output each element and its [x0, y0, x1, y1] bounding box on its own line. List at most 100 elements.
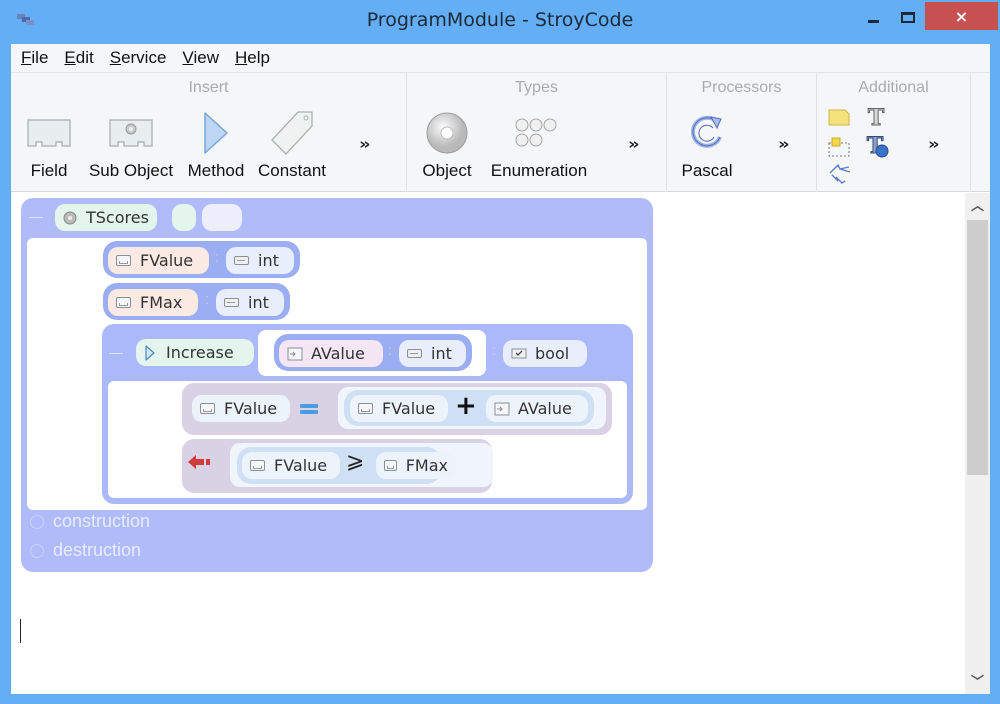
operand-pill[interactable]: FValue: [350, 395, 448, 422]
text-icon[interactable]: T: [865, 106, 887, 128]
object-disc-icon: [63, 211, 77, 224]
greater-equal-operator[interactable]: ⩾: [346, 449, 364, 474]
return-type: bool: [535, 344, 570, 363]
ancestor-slot[interactable]: [172, 204, 196, 231]
button-label: Sub Object: [88, 161, 174, 180]
button-label: Object: [422, 161, 472, 180]
method-icon: [204, 112, 228, 154]
group-title: Insert: [188, 79, 229, 96]
field-name-pill[interactable]: FValue: [108, 247, 209, 274]
destruction-section[interactable]: destruction: [53, 540, 141, 561]
type-icon: [234, 256, 249, 265]
object-name: TScores: [86, 208, 149, 227]
enumeration-icon: [515, 118, 557, 147]
field-icon: [200, 403, 215, 414]
pascal-button[interactable]: Pascal: [681, 109, 733, 181]
scroll-up-icon[interactable]: ︿: [965, 195, 990, 217]
collapse-toggle[interactable]: [29, 217, 43, 218]
pointer-hand-icon[interactable]: [828, 163, 852, 185]
menu-view[interactable]: View: [182, 48, 219, 68]
enumeration-button[interactable]: Enumeration: [489, 109, 589, 181]
assign-target: FValue: [224, 399, 278, 418]
client-area: File Edit Service View Help Insert Field…: [11, 44, 990, 694]
object-name-pill[interactable]: TScores: [55, 204, 157, 231]
return-type-pill[interactable]: bool: [503, 340, 587, 367]
interface-slot[interactable]: [202, 204, 242, 231]
object-button[interactable]: Object: [419, 109, 475, 181]
types-more-button[interactable]: »: [628, 135, 640, 153]
field-name-pill[interactable]: FMax: [108, 289, 198, 316]
operand-left: FValue: [382, 399, 436, 418]
type-separator: :: [388, 342, 393, 359]
group-title: Processors: [701, 79, 782, 96]
sub-object-icon: [109, 119, 153, 147]
assign-target-pill[interactable]: FValue: [192, 395, 290, 422]
close-icon: ×: [954, 6, 969, 26]
additional-more-button[interactable]: »: [928, 135, 940, 153]
operand-pill[interactable]: FValue: [242, 452, 340, 479]
constant-button[interactable]: Constant: [257, 109, 327, 181]
close-button[interactable]: ×: [925, 2, 998, 30]
type-separator: :: [205, 291, 210, 308]
scroll-down-icon[interactable]: ﹀: [965, 671, 990, 693]
menu-label: iew: [193, 48, 219, 67]
menu-label: elp: [247, 48, 270, 67]
operand-pill[interactable]: AValue: [486, 395, 588, 422]
param-type: int: [431, 344, 452, 363]
plus-operator[interactable]: +: [455, 391, 477, 421]
return-separator: :: [492, 342, 497, 359]
pascal-refresh-icon: [691, 115, 722, 148]
scroll-thumb[interactable]: [967, 220, 988, 475]
menu-label: ervice: [121, 48, 167, 67]
code-editor[interactable]: TScores FValue : int FMax : int Increase: [11, 193, 965, 694]
method-button[interactable]: Method: [185, 109, 247, 181]
field-type: int: [248, 293, 269, 312]
selection-note-icon[interactable]: [828, 137, 850, 157]
method-icon: [145, 344, 155, 361]
group-title: Types: [515, 79, 558, 96]
assign-operator-icon[interactable]: [300, 403, 318, 415]
menu-accel: S: [109, 48, 122, 67]
processors-more-button[interactable]: »: [778, 135, 790, 153]
button-label: Method: [187, 161, 245, 180]
param-type-pill[interactable]: int: [399, 340, 466, 367]
vertical-scrollbar[interactable]: ︿ ﹀: [965, 193, 990, 694]
type-separator: :: [215, 249, 220, 266]
constant-tag-icon: [271, 111, 313, 155]
bool-icon: [511, 348, 527, 359]
field-type-pill[interactable]: int: [216, 289, 284, 316]
operand-pill[interactable]: FMax: [376, 452, 456, 479]
param-name-pill[interactable]: AValue: [279, 340, 383, 367]
menu-accel: E: [64, 48, 76, 67]
text-cursor: [20, 619, 21, 643]
button-label: Field: [30, 161, 68, 180]
menu-file[interactable]: File: [21, 48, 48, 68]
construction-toggle-icon[interactable]: [30, 515, 44, 529]
method-name: Increase: [166, 343, 234, 362]
type-icon: [407, 349, 422, 358]
field-button[interactable]: Field: [23, 109, 75, 181]
method-name-pill[interactable]: Increase: [136, 339, 254, 366]
app-window: ProgramModule - StroyCode × File Edit Se…: [0, 0, 1000, 704]
menu-service[interactable]: Service: [110, 48, 167, 68]
ribbon-group-insert: Insert Field Sub Object Method Constant: [11, 73, 407, 192]
collapse-toggle[interactable]: [109, 353, 123, 354]
parameter-icon: [494, 402, 510, 415]
param-name: AValue: [311, 344, 365, 363]
sub-object-button[interactable]: Sub Object: [89, 109, 173, 181]
field-type-pill[interactable]: int: [226, 247, 294, 274]
button-label: Pascal: [681, 161, 733, 180]
construction-section[interactable]: construction: [53, 511, 150, 532]
menu-edit[interactable]: Edit: [64, 48, 93, 68]
field-icon: [116, 255, 131, 266]
svg-text:T: T: [868, 106, 885, 128]
insert-more-button[interactable]: »: [359, 135, 371, 153]
button-label: Enumeration: [490, 161, 588, 180]
return-arrow-icon[interactable]: [187, 454, 211, 470]
note-icon[interactable]: [828, 109, 850, 126]
text-web-icon[interactable]: T: [865, 134, 889, 158]
type-icon: [224, 298, 239, 307]
field-name: FValue: [140, 251, 194, 270]
menu-help[interactable]: Help: [235, 48, 270, 68]
destruction-toggle-icon[interactable]: [30, 544, 44, 558]
